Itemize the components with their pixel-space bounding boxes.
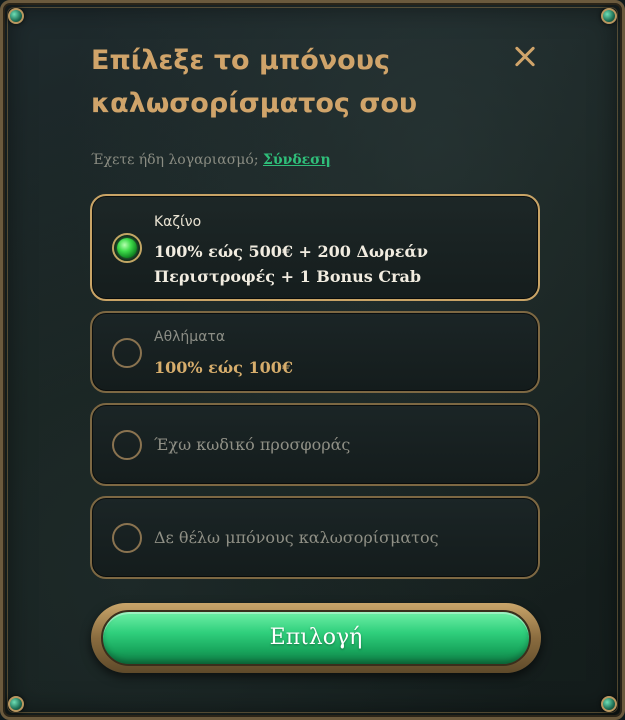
radio-selected-icon[interactable] bbox=[112, 233, 142, 263]
bonus-option-promo-code[interactable]: Έχω κωδικό προσφοράς bbox=[90, 403, 540, 486]
option-value: 100% εώς 100€ bbox=[154, 358, 293, 377]
bonus-dialog: Επίλεξε το μπόνους καλωσορίσματος σου Έχ… bbox=[0, 0, 625, 720]
account-prompt-text: Έχετε ήδη λογαριασμό; bbox=[91, 152, 259, 168]
corner-gem-icon bbox=[601, 8, 617, 24]
option-value: 100% εώς 500€ + 200 Δωρεάν Περιστροφές +… bbox=[154, 242, 428, 286]
radio-icon[interactable] bbox=[112, 338, 142, 368]
option-label: Καζίνο bbox=[154, 214, 202, 230]
bonus-option-casino[interactable]: Καζίνο 100% εώς 500€ + 200 Δωρεάν Περιστ… bbox=[90, 194, 540, 301]
option-text: Έχω κωδικό προσφοράς bbox=[154, 435, 351, 454]
corner-gem-icon bbox=[8, 696, 24, 712]
login-link[interactable]: Σύνδεση bbox=[263, 152, 331, 168]
bonus-option-no-bonus[interactable]: Δε θέλω μπόνους καλωσορίσματος bbox=[90, 496, 540, 579]
option-label: Αθλήματα bbox=[154, 329, 226, 345]
dialog-title: Επίλεξε το μπόνους καλωσορίσματος σου bbox=[91, 45, 418, 119]
account-prompt-line: Έχετε ήδη λογαριασμό; Σύνδεση bbox=[91, 152, 331, 168]
corner-gem-icon bbox=[8, 8, 24, 24]
close-icon[interactable] bbox=[509, 41, 541, 73]
radio-icon[interactable] bbox=[112, 430, 142, 460]
option-text: Δε θέλω μπόνους καλωσορίσματος bbox=[154, 528, 439, 547]
select-button[interactable]: Επιλογή bbox=[101, 610, 531, 666]
radio-icon[interactable] bbox=[112, 523, 142, 553]
bonus-option-sports[interactable]: Αθλήματα 100% εώς 100€ bbox=[90, 311, 540, 393]
corner-gem-icon bbox=[601, 696, 617, 712]
